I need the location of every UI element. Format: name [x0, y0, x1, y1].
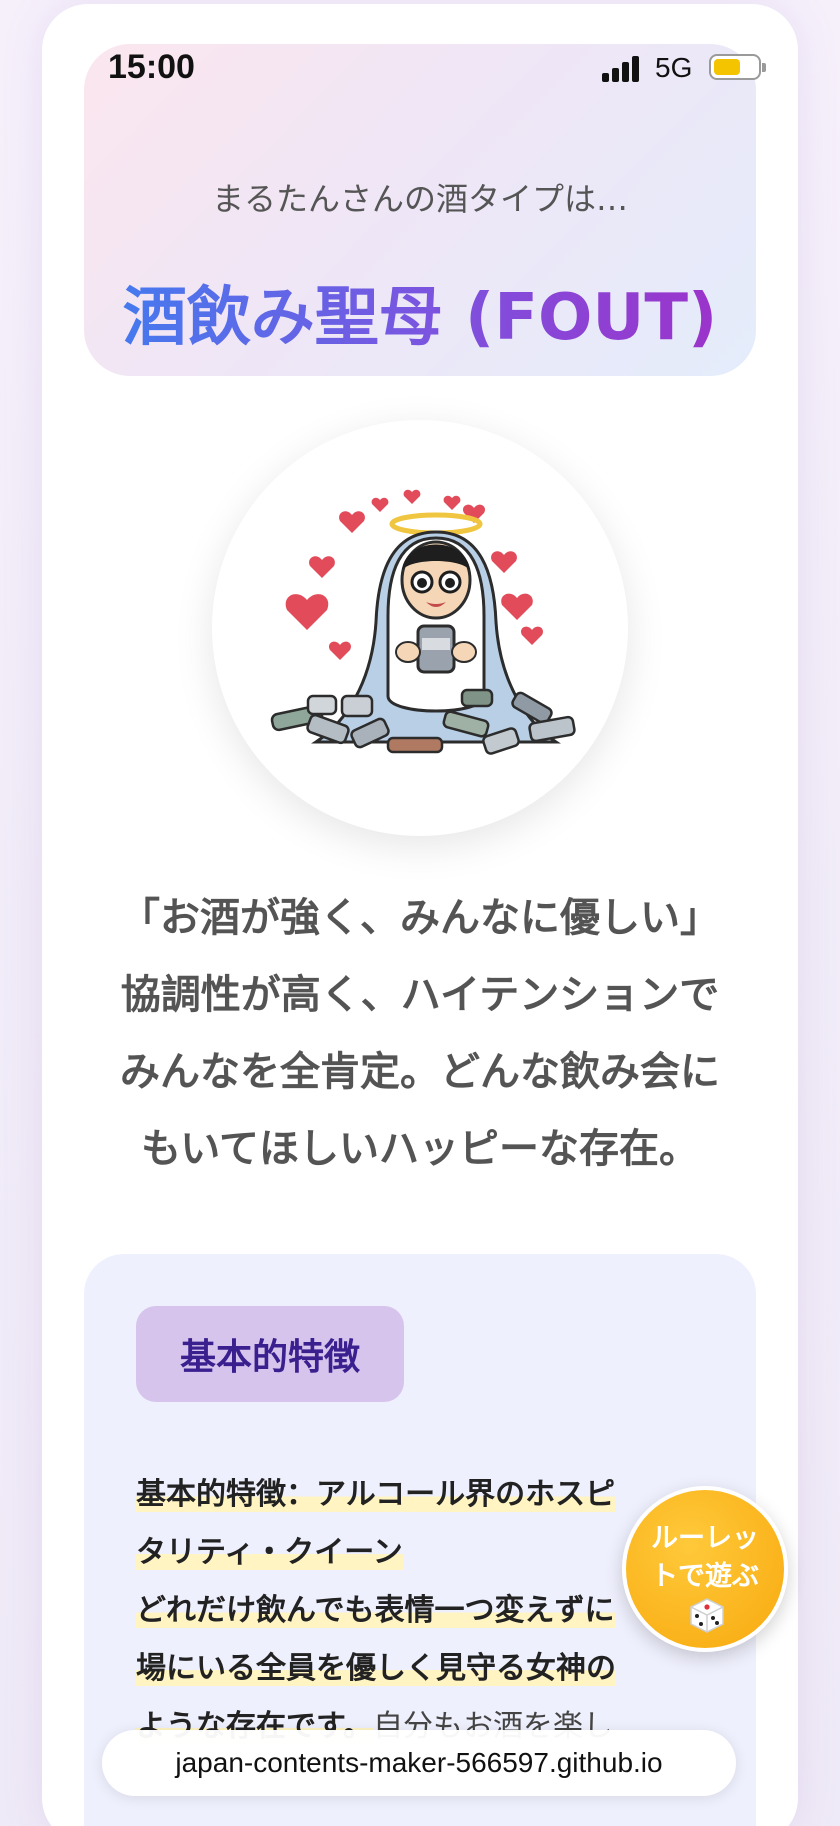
- signal-icon: [602, 56, 642, 82]
- dice-icon: [690, 1598, 724, 1633]
- network-label: 5G: [655, 52, 693, 83]
- feature-line: 基本的特徴：アルコール界のホスピ: [136, 1477, 616, 1512]
- madonna-illustration-icon: [270, 489, 576, 755]
- description-line: 協調性が高く、ハイテンションで: [120, 972, 720, 1018]
- result-subtitle: まるたんさんの酒タイプは…: [211, 180, 628, 218]
- battery-level: [714, 59, 741, 75]
- url-text: japan-contents-maker-566597.github.io: [175, 1747, 663, 1778]
- features-badge: 基本的特徴: [136, 1306, 404, 1402]
- result-title: 酒飲み聖母 (FOUT): [84, 266, 756, 358]
- status-bar: 15:00 5G: [0, 0, 840, 140]
- features-text: 基本的特徴：アルコール界のホスピ タリティ・クイーン どれだけ飲んでも表情一つ変…: [136, 1466, 696, 1756]
- status-time: 15:00: [108, 48, 195, 86]
- feature-line: タリティ・クイーン: [136, 1535, 403, 1570]
- battery-icon: [709, 54, 766, 80]
- type-description: 「お酒が強く、みんなに優しい」 協調性が高く、ハイテンションで みんなを全肯定。…: [84, 880, 756, 1188]
- type-illustration: [212, 420, 628, 836]
- description-line: もいてほしいハッピーな存在。: [141, 1126, 699, 1172]
- feature-line: 場にいる全員を優しく見守る女神の: [136, 1651, 616, 1686]
- description-line: みんなを全肯定。どんな飲み会に: [120, 1049, 720, 1095]
- roulette-button[interactable]: ルーレットで遊ぶ: [622, 1486, 788, 1652]
- roulette-label: ルーレットで遊ぶ: [651, 1523, 759, 1592]
- feature-line: どれだけ飲んでも表情一つ変えずに: [136, 1593, 615, 1628]
- browser-url-bar[interactable]: japan-contents-maker-566597.github.io: [102, 1730, 736, 1796]
- description-line: 「お酒が強く、みんなに優しい」: [120, 895, 720, 941]
